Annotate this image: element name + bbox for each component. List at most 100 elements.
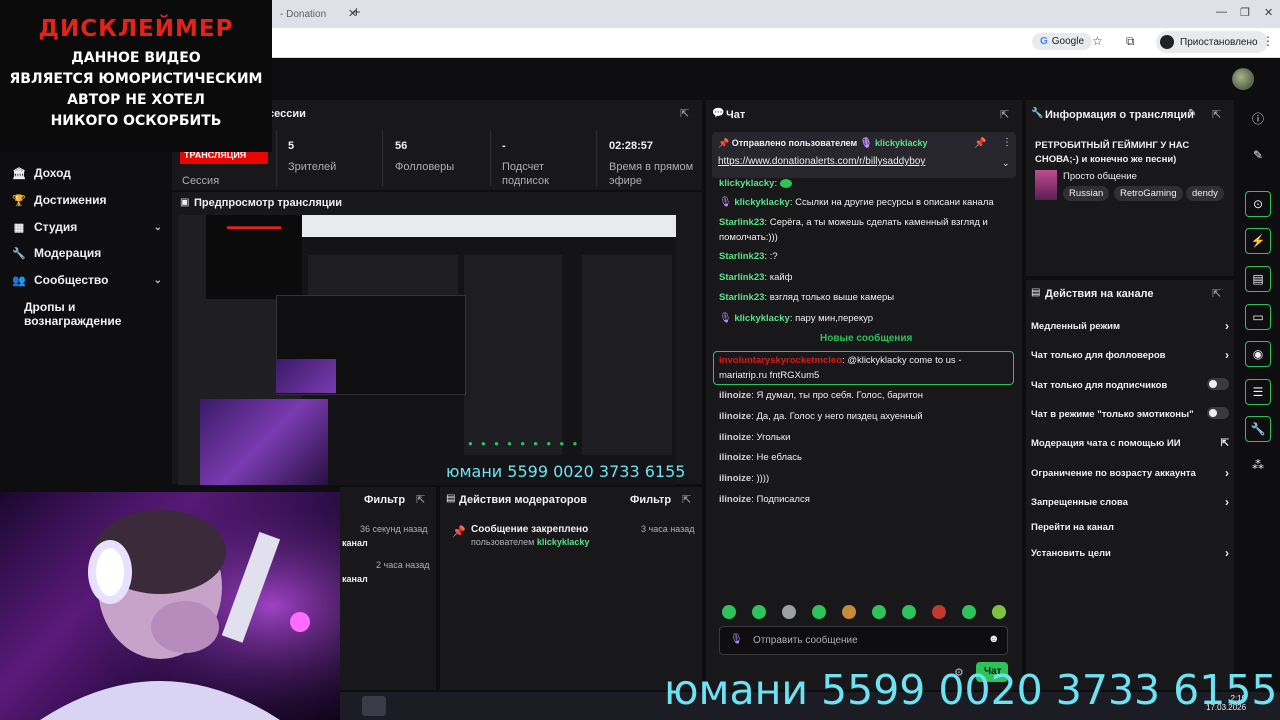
followers-value: 56 <box>395 140 408 152</box>
pinned-link[interactable]: https://www.donationalerts.com/r/billysa… <box>718 156 925 167</box>
chat-message: ilinoize: Не еблась <box>719 452 802 463</box>
sidebar-item-community[interactable]: 👥 Сообщество ⌄ <box>12 273 162 287</box>
chat-message: Starlink23: Серёга, а ты можешь сделать … <box>719 217 988 243</box>
donate-overlay-large: юмани 5599 0020 3733 6155 <box>664 666 1278 714</box>
sidebar-item-moderation[interactable]: 🔧 Модерация <box>12 246 162 260</box>
browser-tab[interactable]: - Donation <box>280 4 326 28</box>
chat-message: involuntaryskyrocketmcleo: @klickyklacky… <box>719 355 962 381</box>
emoji-icon[interactable]: ☻ <box>988 633 1000 645</box>
chevron-right-icon: › <box>1225 495 1229 509</box>
set-goals-row[interactable]: Установить цели › <box>1031 546 1229 560</box>
go-to-channel-row[interactable]: Перейти на канал <box>1031 522 1229 533</box>
chat-message: 🎙 klickyklacky: Ссылки на другие ресурсы… <box>719 197 994 208</box>
mod-action-user[interactable]: klickyklacky <box>537 537 590 547</box>
avatar[interactable] <box>1232 68 1254 90</box>
minimize-icon[interactable]: — <box>1216 6 1227 18</box>
taskbar-app-icon[interactable] <box>362 696 386 716</box>
quick-action-icon[interactable]: ⊙ <box>1245 191 1271 217</box>
popout-icon[interactable]: ⇱ <box>1212 287 1221 300</box>
emote-icon[interactable] <box>962 605 976 619</box>
google-lens-button[interactable]: G Google <box>1032 33 1093 50</box>
session-panel-title: сессии <box>268 108 306 120</box>
webcam-overlay <box>0 492 340 720</box>
sidebar-item-income[interactable]: 🏛 Доход <box>12 166 162 180</box>
stream-tag[interactable]: Russian <box>1063 186 1110 201</box>
banned-words-row[interactable]: Запрещенные слова › <box>1031 495 1229 509</box>
browser-menu-icon[interactable]: ⋮ <box>1262 34 1274 48</box>
bolt-icon[interactable]: ⚡ <box>1245 228 1271 254</box>
emote-icon[interactable] <box>872 605 886 619</box>
list-icon: ▤ <box>446 493 456 504</box>
emote-icon[interactable] <box>812 605 826 619</box>
activity-filter-button[interactable]: Фильтр <box>364 494 405 506</box>
layers-icon[interactable]: ☰ <box>1245 379 1271 405</box>
popout-icon[interactable]: ⇱ <box>416 493 425 506</box>
emote-icon[interactable] <box>782 605 796 619</box>
mic-badge-icon: 🎙 <box>719 197 732 208</box>
external-link-icon: ⇱ <box>1220 438 1229 449</box>
wrench-icon[interactable]: 🔧 <box>1245 416 1271 442</box>
more-icon[interactable]: ⋮ <box>1002 137 1012 148</box>
bookmark-star-icon[interactable]: ☆ <box>1092 34 1103 48</box>
mod-filter-button[interactable]: Фильтр <box>630 494 671 506</box>
mod-action-title: Сообщение закреплено <box>471 524 589 535</box>
sidebar-item-studio[interactable]: ▦ Студия ⌄ <box>12 220 162 234</box>
subscribers-only-toggle[interactable] <box>1207 378 1229 390</box>
emote-icon[interactable] <box>902 605 916 619</box>
edit-icon[interactable]: ✎ <box>1245 142 1271 168</box>
chat-message: ilinoize: Я думал, ты про себя. Голос, б… <box>719 390 923 401</box>
chevron-down-icon[interactable]: ⌄ <box>1002 158 1010 169</box>
extensions-icon[interactable]: ⧉ <box>1126 34 1135 49</box>
chevron-right-icon: › <box>1225 319 1229 333</box>
stream-tag[interactable]: RetroGaming <box>1114 186 1183 201</box>
popout-icon[interactable]: ⇱ <box>1000 108 1009 121</box>
emote-icon[interactable] <box>992 605 1006 619</box>
disclaimer-line: АВТОР НЕ ХОТЕЛ <box>67 92 205 108</box>
extensions-icon[interactable]: ⁂ <box>1245 452 1271 478</box>
new-tab-button[interactable]: + <box>352 4 361 21</box>
followers-only-row[interactable]: Чат только для фолловеров › <box>1031 348 1229 362</box>
stream-tag[interactable]: dendy <box>1186 186 1224 201</box>
profile-icon <box>1160 35 1174 49</box>
popout-icon[interactable]: ⇱ <box>680 107 689 120</box>
emote-icon[interactable] <box>842 605 856 619</box>
maximize-icon[interactable]: ❐ <box>1240 6 1250 19</box>
slow-mode-row[interactable]: Медленный режим › <box>1031 319 1229 333</box>
subs-label: Подсчет подписок <box>502 161 549 187</box>
clip-icon[interactable]: ▤ <box>1245 266 1271 292</box>
chat-bubble-icon[interactable]: ▭ <box>1245 304 1271 330</box>
bank-icon: 🏛 <box>12 167 26 180</box>
broadcast-icon[interactable]: ◉ <box>1245 341 1271 367</box>
mod-action-by: пользователем klickyklacky <box>471 537 590 547</box>
mic-badge-icon: 🎙 <box>719 313 732 324</box>
profile-paused-button[interactable]: Приостановлено <box>1156 31 1268 53</box>
sidebar-item-achievements[interactable]: 🏆 Достижения <box>12 193 162 207</box>
emote-icon[interactable] <box>752 605 766 619</box>
popout-icon[interactable]: ⇱ <box>682 493 691 506</box>
stream-category[interactable]: Просто общение <box>1063 171 1137 182</box>
emote-only-toggle[interactable] <box>1207 407 1229 419</box>
pinned-message[interactable]: 📌 Отправлено пользователем 🎙 klickyklack… <box>712 132 1016 178</box>
disclaimer-title: ДИСКЛЕЙМЕР <box>38 16 234 42</box>
category-thumbnail[interactable] <box>1035 170 1057 200</box>
chevron-right-icon: › <box>1225 546 1229 560</box>
mic-badge-icon: 🎙 <box>859 138 873 149</box>
chat-input[interactable]: 🎙 Отправить сообщение ☻ <box>719 626 1008 655</box>
wrench-icon: 🔧 <box>12 247 26 260</box>
emote-icon[interactable] <box>932 605 946 619</box>
edit-icon[interactable]: ✎ <box>1188 108 1196 119</box>
popout-icon[interactable]: ⇱ <box>1212 108 1221 121</box>
window-close-icon[interactable]: ✕ <box>1264 6 1273 19</box>
pinned-user[interactable]: klickyklacky <box>875 138 928 148</box>
age-restriction-row[interactable]: Ограничение по возрасту аккаунта › <box>1031 466 1229 480</box>
info-icon[interactable]: ⓘ <box>1245 105 1271 131</box>
chevron-right-icon: › <box>1225 348 1229 362</box>
activity-text: канал <box>342 574 368 584</box>
preview-icon: ▣ <box>180 197 190 208</box>
emote-icon[interactable] <box>722 605 736 619</box>
stream-preview-image[interactable]: ▬▬▬▬▬▬ ● ● ● ● ● ● ● ● ● <box>178 215 676 485</box>
ai-moderation-row[interactable]: Модерация чата с помощью ИИ ⇱ <box>1031 438 1229 449</box>
unpin-icon[interactable]: 📌 <box>974 138 986 149</box>
address-bar[interactable]: G Google ☆ ⧉ Приостановлено ⋮ <box>272 28 1280 58</box>
sidebar-item-drops[interactable]: Дропы и вознаграждение <box>24 300 174 328</box>
